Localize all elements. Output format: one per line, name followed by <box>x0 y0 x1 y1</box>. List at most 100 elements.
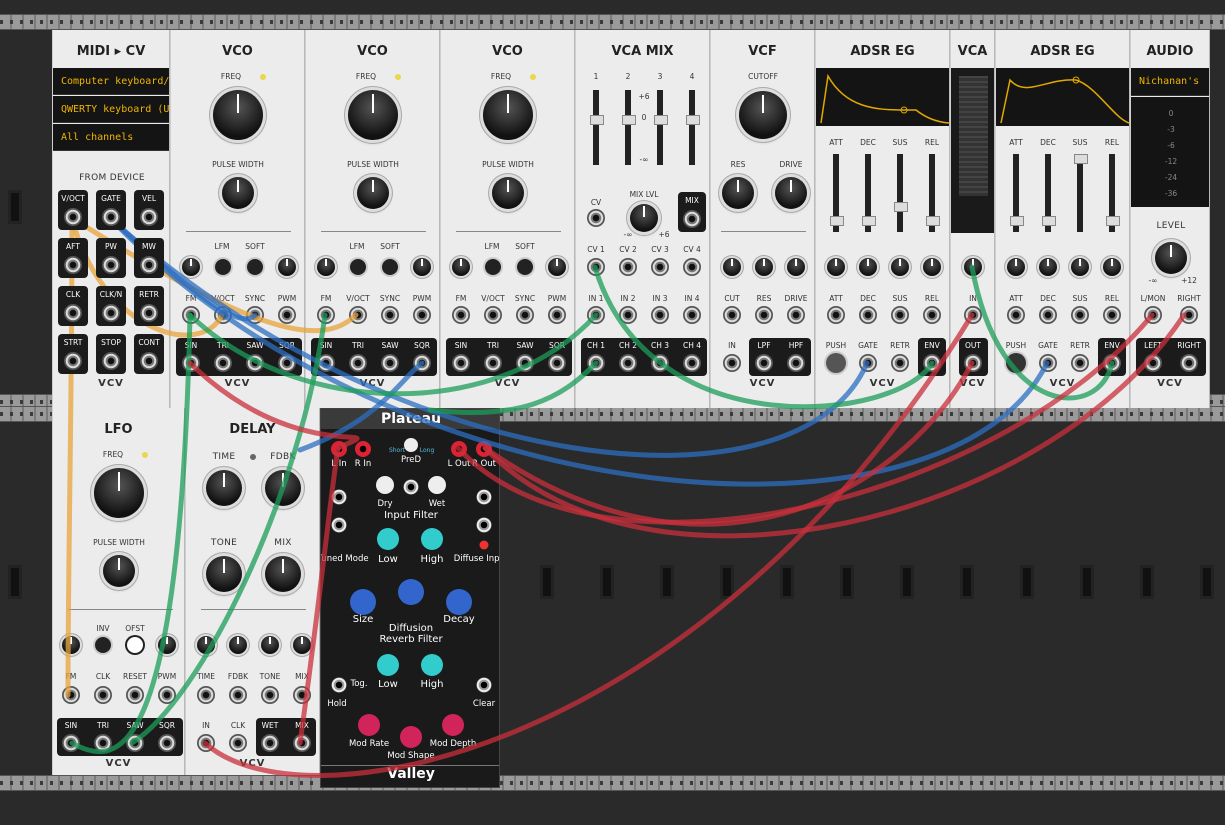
voct-input-port[interactable] <box>214 306 232 324</box>
reset-input-port[interactable] <box>126 686 144 704</box>
left-output-port[interactable] <box>451 441 467 457</box>
sqr-output-port[interactable] <box>278 354 296 372</box>
level-slider-1[interactable] <box>590 90 604 165</box>
in1-input-port[interactable] <box>587 306 605 324</box>
level-knob[interactable] <box>1155 242 1187 274</box>
predelay-cv-port[interactable] <box>403 479 419 495</box>
left-output-port[interactable] <box>1144 354 1162 372</box>
drive-input-port[interactable] <box>787 306 805 324</box>
wet-knob[interactable] <box>428 476 446 494</box>
sqr-output-port[interactable] <box>413 354 431 372</box>
fm-input-port[interactable] <box>62 686 80 704</box>
mix-cv-knob[interactable] <box>293 636 311 654</box>
clk-input-port[interactable] <box>229 734 247 752</box>
wet-cv-port[interactable] <box>476 489 492 505</box>
rel-slider[interactable] <box>926 154 940 232</box>
rel-input-port[interactable] <box>1103 306 1121 324</box>
sin-output-port[interactable] <box>62 734 80 752</box>
att-input-port[interactable] <box>827 306 845 324</box>
pwm-knob[interactable] <box>413 258 431 276</box>
mix-output-port[interactable] <box>683 210 701 228</box>
time-cv-knob[interactable] <box>197 636 215 654</box>
input-high-cv-port[interactable] <box>476 517 492 533</box>
soft-button[interactable] <box>382 259 398 275</box>
pwm-knob[interactable] <box>548 258 566 276</box>
level-slider-4[interactable] <box>686 90 700 165</box>
vca-mix-module[interactable]: VCA MIX 1 2 3 4 +6 0 -∞ MIX LVL CV -∞ +6… <box>575 30 710 408</box>
delay-module[interactable]: DELAY TIME FDBK TONE MIX TIME FDBK TONE … <box>185 408 320 775</box>
retr-input-port[interactable] <box>891 354 909 372</box>
att-input-port[interactable] <box>1007 306 1025 324</box>
pwm-knob[interactable] <box>158 636 176 654</box>
soft-button[interactable] <box>247 259 263 275</box>
fm-knob[interactable] <box>317 258 335 276</box>
level-slider-3[interactable] <box>654 90 668 165</box>
audio-device-display[interactable]: Nichanan's <box>1131 68 1209 96</box>
sync-input-port[interactable] <box>381 306 399 324</box>
sus-input-port[interactable] <box>1071 306 1089 324</box>
att-slider[interactable] <box>1010 154 1024 232</box>
sync-input-port[interactable] <box>516 306 534 324</box>
right-input-port[interactable] <box>355 441 371 457</box>
level-fader[interactable] <box>959 76 988 196</box>
drive-knob[interactable] <box>775 177 807 209</box>
dry-knob[interactable] <box>376 476 394 494</box>
cv3-input-port[interactable] <box>651 258 669 276</box>
push-button[interactable] <box>826 353 846 373</box>
audio-module[interactable]: AUDIO Nichanan's 0 -3 -6 -12 -24 -36 LEV… <box>1130 30 1210 408</box>
gate-input-port[interactable] <box>1039 354 1057 372</box>
right-input-port[interactable] <box>1180 306 1198 324</box>
dec-input-port[interactable] <box>859 306 877 324</box>
time-knob[interactable] <box>206 470 242 506</box>
dec-cv-knob[interactable] <box>1039 258 1057 276</box>
in2-input-port[interactable] <box>619 306 637 324</box>
pwm-input-port[interactable] <box>548 306 566 324</box>
vco-module-1[interactable]: VCO FREQ PULSE WIDTH LFM SOFT FM V/OCT S… <box>170 30 305 408</box>
att-cv-knob[interactable] <box>827 258 845 276</box>
voct-input-port[interactable] <box>484 306 502 324</box>
input-low-cv-port[interactable] <box>331 517 347 533</box>
tri-output-port[interactable] <box>94 734 112 752</box>
mix-level-knob[interactable] <box>630 204 658 232</box>
lfm-button[interactable] <box>485 259 501 275</box>
fm-knob[interactable] <box>182 258 200 276</box>
sus-slider[interactable] <box>894 154 908 232</box>
cutoff-knob[interactable] <box>739 91 787 139</box>
ofst-button[interactable] <box>127 637 143 653</box>
decay-knob[interactable] <box>446 589 472 615</box>
fdbk-input-port[interactable] <box>229 686 247 704</box>
fdbk-knob[interactable] <box>265 470 301 506</box>
dec-slider[interactable] <box>862 154 876 232</box>
dec-slider[interactable] <box>1042 154 1056 232</box>
cut-input-port[interactable] <box>723 306 741 324</box>
wet-output-port[interactable] <box>261 734 279 752</box>
input-low-knob[interactable] <box>377 528 399 550</box>
adsr-module-2[interactable]: ADSR EG ATT DEC SUS REL ATT DEC SUS REL … <box>995 30 1130 408</box>
in4-input-port[interactable] <box>683 306 701 324</box>
inv-button[interactable] <box>95 637 111 653</box>
toggle-cv-port[interactable] <box>331 677 347 693</box>
drive-cv-knob[interactable] <box>787 258 805 276</box>
lfm-button[interactable] <box>215 259 231 275</box>
plateau-reverb-module[interactable]: Plateau L In R In Short Long PreD L Out … <box>320 408 500 788</box>
sus-cv-knob[interactable] <box>1071 258 1089 276</box>
cv1-input-port[interactable] <box>587 258 605 276</box>
gate-input-port[interactable] <box>859 354 877 372</box>
level-slider-2[interactable] <box>622 90 636 165</box>
pulse-width-knob[interactable] <box>222 177 254 209</box>
tone-cv-knob[interactable] <box>261 636 279 654</box>
cv-knob[interactable] <box>964 258 982 276</box>
rel-cv-knob[interactable] <box>1103 258 1121 276</box>
dry-cv-port[interactable] <box>331 489 347 505</box>
sqr-output-port[interactable] <box>158 734 176 752</box>
mod-shape-knob[interactable] <box>400 726 422 748</box>
cutoff-cv-knob[interactable] <box>723 258 741 276</box>
audio-input-port[interactable] <box>723 354 741 372</box>
saw-output-port[interactable] <box>126 734 144 752</box>
pwm-input-port[interactable] <box>278 306 296 324</box>
midi-cv-module[interactable]: MIDI ▸ CV Computer keyboard/m QWERTY key… <box>52 30 170 408</box>
cv-input-port[interactable] <box>964 306 982 324</box>
att-slider[interactable] <box>830 154 844 232</box>
sus-slider[interactable] <box>1074 154 1088 232</box>
mix-output-port[interactable] <box>293 734 311 752</box>
